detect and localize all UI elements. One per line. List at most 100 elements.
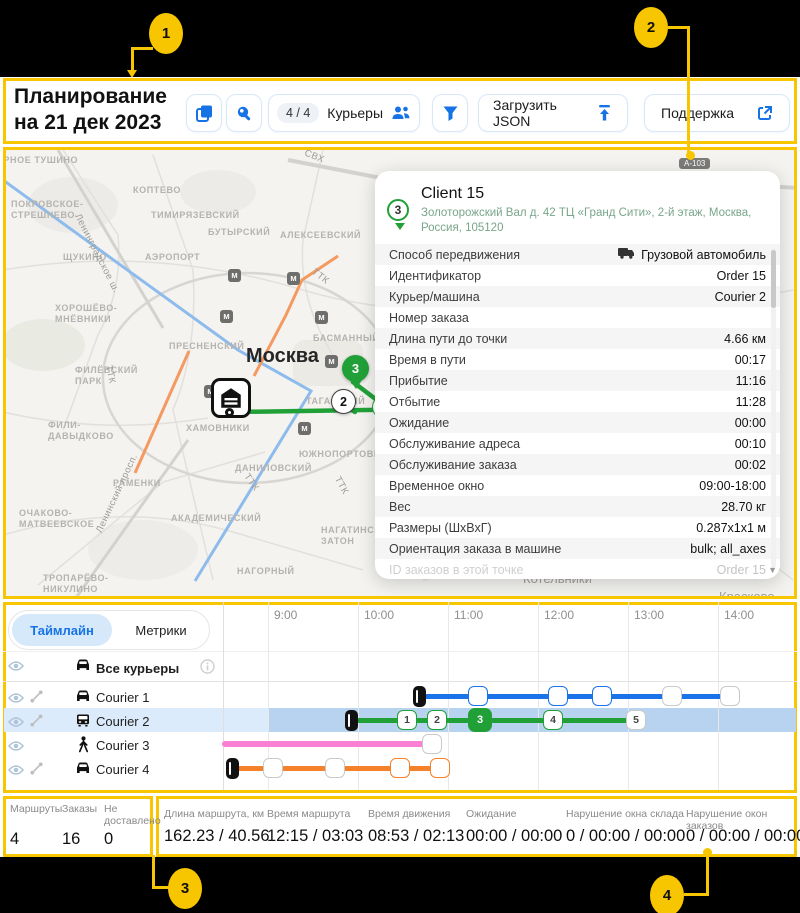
stat-label: Время маршрута bbox=[267, 808, 350, 820]
order-marker-3-tail bbox=[350, 380, 362, 389]
annotation-callout-1: 1 bbox=[149, 13, 183, 54]
depot-timeline-icon bbox=[226, 758, 239, 779]
metro-icon: М bbox=[315, 311, 328, 324]
timeline-stop[interactable]: 4 bbox=[543, 710, 563, 730]
couriers-count-badge: 4 / 4 bbox=[277, 103, 319, 123]
popup-scrollbar-thumb[interactable] bbox=[771, 250, 776, 308]
metro-icon: М bbox=[228, 269, 241, 282]
map-district-label: ХОРОШЁВО- МНЁВНИКИ bbox=[55, 303, 117, 325]
timeline-stop[interactable] bbox=[662, 686, 682, 706]
timeline-stop[interactable] bbox=[430, 758, 450, 778]
popup-header: 3 Client 15 Золоторожский Вал д. 42 ТЦ «… bbox=[375, 171, 780, 244]
map-district-label: ТРОПАРЁВО- НИКУЛИНО bbox=[43, 573, 109, 595]
top-black-bar bbox=[0, 0, 800, 77]
truck-icon bbox=[74, 713, 92, 733]
hour-label: 12:00 bbox=[544, 608, 574, 622]
support-label: Поддержка bbox=[661, 105, 734, 121]
route-icon[interactable] bbox=[30, 762, 43, 780]
timeline-stop[interactable] bbox=[720, 686, 740, 706]
popup-row: Обслуживание заказа00:02 bbox=[375, 454, 780, 475]
tab-timeline[interactable]: Таймлайн bbox=[12, 614, 112, 646]
map-district-label: ОЧАКОВО- МАТВЕЕВСКОЕ bbox=[19, 508, 94, 530]
hour-label: 13:00 bbox=[634, 608, 664, 622]
courier-name[interactable]: Courier 4 bbox=[96, 762, 149, 777]
couriers-button[interactable]: 4 / 4 Курьеры bbox=[268, 94, 420, 132]
map-district-label: АЭРОПОРТ bbox=[145, 252, 200, 263]
popup-row: Отбытие11:28 bbox=[375, 391, 780, 412]
stat-value: 0 / 00:00 / 00:00 bbox=[566, 827, 685, 846]
map-district-label: ДАНИЛОВСКИЙ bbox=[235, 463, 312, 474]
popup-row: ИдентификаторOrder 15 bbox=[375, 265, 780, 286]
popup-row: Размеры (ШхВхГ)0.287x1x1 м bbox=[375, 517, 780, 538]
timeline-stop[interactable] bbox=[468, 686, 488, 706]
timeline-stop[interactable] bbox=[548, 686, 568, 706]
stat-label: Нарушение окна склада bbox=[566, 808, 684, 820]
load-json-button[interactable]: Загрузить JSON bbox=[478, 94, 628, 132]
popup-row: Прибытие11:16 bbox=[375, 370, 780, 391]
courier-name[interactable]: Courier 2 bbox=[96, 714, 149, 729]
courier-name[interactable]: Courier 3 bbox=[96, 738, 149, 753]
eye-icon[interactable] bbox=[8, 659, 24, 677]
courier-name[interactable]: Courier 1 bbox=[96, 690, 149, 705]
map-district-label: ТИМИРЯЗЕВСКИЙ bbox=[151, 210, 240, 221]
pedestrian-icon bbox=[77, 736, 90, 758]
map-section[interactable]: СЕВЕРНОЕ ТУШИНО ПОКРОВСКОЕ- СТРЕШНЕВО КО… bbox=[3, 147, 797, 599]
metro-icon: М bbox=[287, 272, 300, 285]
map-district-label: БУТЫРСКИЙ bbox=[208, 227, 270, 238]
annotation-dot-4 bbox=[703, 848, 712, 857]
popup-scrollbar-track[interactable] bbox=[771, 248, 776, 568]
metro-icon: М bbox=[220, 310, 233, 323]
popup-row: Ориентация заказа в машинеbulk; all_axes bbox=[375, 538, 780, 559]
eye-icon[interactable] bbox=[8, 763, 24, 781]
stat-label: Маршруты bbox=[10, 803, 62, 815]
info-icon[interactable] bbox=[200, 659, 215, 679]
order-marker-3-selected[interactable]: 3 bbox=[342, 355, 369, 382]
support-button[interactable]: Поддержка bbox=[644, 94, 790, 132]
popup-scroll-down-arrow[interactable]: ▼ bbox=[768, 565, 777, 575]
timeline-stop[interactable] bbox=[422, 734, 442, 754]
stat-label: Не доставлено bbox=[104, 803, 161, 827]
copy-icon bbox=[195, 104, 214, 123]
timeline-stop[interactable] bbox=[390, 758, 410, 778]
popup-title: Client 15 bbox=[421, 185, 766, 203]
filter-button[interactable] bbox=[432, 94, 468, 132]
timeline-stop[interactable] bbox=[263, 758, 283, 778]
view-tabs: Таймлайн Метрики bbox=[8, 610, 210, 650]
timeline-stop[interactable] bbox=[592, 686, 612, 706]
stat-value: 08:53 / 02:13 bbox=[368, 827, 464, 846]
stat-value: 12:15 / 03:03 bbox=[267, 827, 363, 846]
timeline-stop[interactable]: 1 bbox=[397, 710, 417, 730]
map-district-label: АКАДЕМИЧЕСКИЙ bbox=[171, 513, 261, 524]
courier3-route-bar[interactable] bbox=[222, 741, 432, 747]
tab-metrics[interactable]: Метрики bbox=[116, 614, 206, 646]
map-district-label: АЛЕКСЕЕВСКИЙ bbox=[280, 230, 361, 241]
eye-icon[interactable] bbox=[8, 691, 24, 709]
annotation-arrow-1 bbox=[127, 70, 137, 78]
load-json-label: Загрузить JSON bbox=[493, 97, 588, 129]
eye-icon[interactable] bbox=[8, 739, 24, 757]
car-icon bbox=[74, 689, 92, 709]
timeline-stop[interactable]: 2 bbox=[427, 710, 447, 730]
popup-row: Курьер/машинаCourier 2 bbox=[375, 286, 780, 307]
stat-value: 0 / 00:00 / 00:00 bbox=[686, 827, 800, 846]
timeline-stop[interactable]: 5 bbox=[626, 710, 646, 730]
annotation-callout-4: 4 bbox=[650, 875, 684, 913]
stat-label: Заказы bbox=[62, 803, 97, 815]
timeline-stop-selected[interactable]: 3 bbox=[468, 708, 492, 732]
route-icon[interactable] bbox=[30, 714, 43, 732]
popup-stop-badge-tail bbox=[395, 223, 405, 230]
eye-icon[interactable] bbox=[8, 715, 24, 733]
map-district-label: СЕВЕРНОЕ ТУШИНО bbox=[3, 155, 78, 166]
courier-name-all[interactable]: Все курьеры bbox=[96, 661, 179, 676]
stat-value: 00:00 / 00:00 bbox=[466, 827, 562, 846]
metro-icon: М bbox=[298, 422, 311, 435]
map-city-label: Москва bbox=[246, 345, 319, 368]
route-icon[interactable] bbox=[30, 690, 43, 708]
order-marker-2[interactable]: 2 bbox=[331, 389, 356, 414]
hour-label: 11:00 bbox=[454, 608, 483, 622]
popup-row: Время в пути00:17 bbox=[375, 349, 780, 370]
order-popup[interactable]: 3 Client 15 Золоторожский Вал д. 42 ТЦ «… bbox=[375, 171, 780, 579]
search-button[interactable] bbox=[226, 94, 262, 132]
timeline-stop[interactable] bbox=[325, 758, 345, 778]
duplicate-plan-button[interactable] bbox=[186, 94, 222, 132]
